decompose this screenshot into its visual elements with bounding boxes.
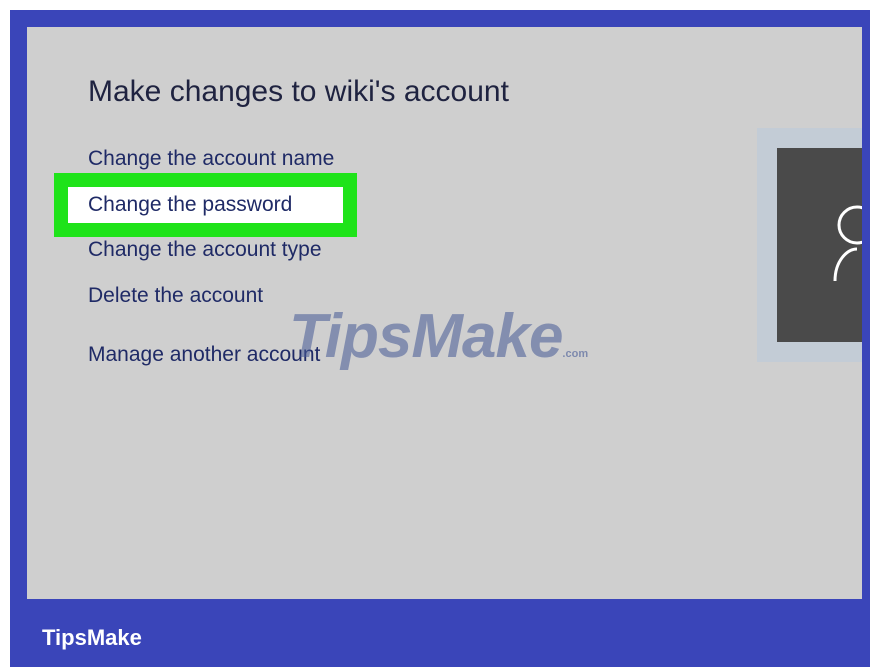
- watermark: TipsMake.com: [289, 301, 588, 372]
- change-password-link[interactable]: Change the password: [88, 193, 292, 217]
- watermark-suffix: .com: [562, 348, 589, 360]
- delete-account-link[interactable]: Delete the account: [88, 284, 263, 308]
- avatar-tile: [757, 128, 862, 362]
- avatar: [777, 148, 862, 342]
- watermark-text: TipsMake: [289, 302, 563, 371]
- user-icon: [833, 205, 862, 282]
- footer-brand: TipsMake: [42, 625, 142, 650]
- manage-another-account-link[interactable]: Manage another account: [88, 343, 320, 367]
- change-account-name-link[interactable]: Change the account name: [88, 147, 334, 171]
- page-title: Make changes to wiki's account: [88, 75, 509, 108]
- account-settings-panel: Make changes to wiki's account Change th…: [27, 27, 862, 599]
- change-account-type-link[interactable]: Change the account type: [88, 238, 322, 262]
